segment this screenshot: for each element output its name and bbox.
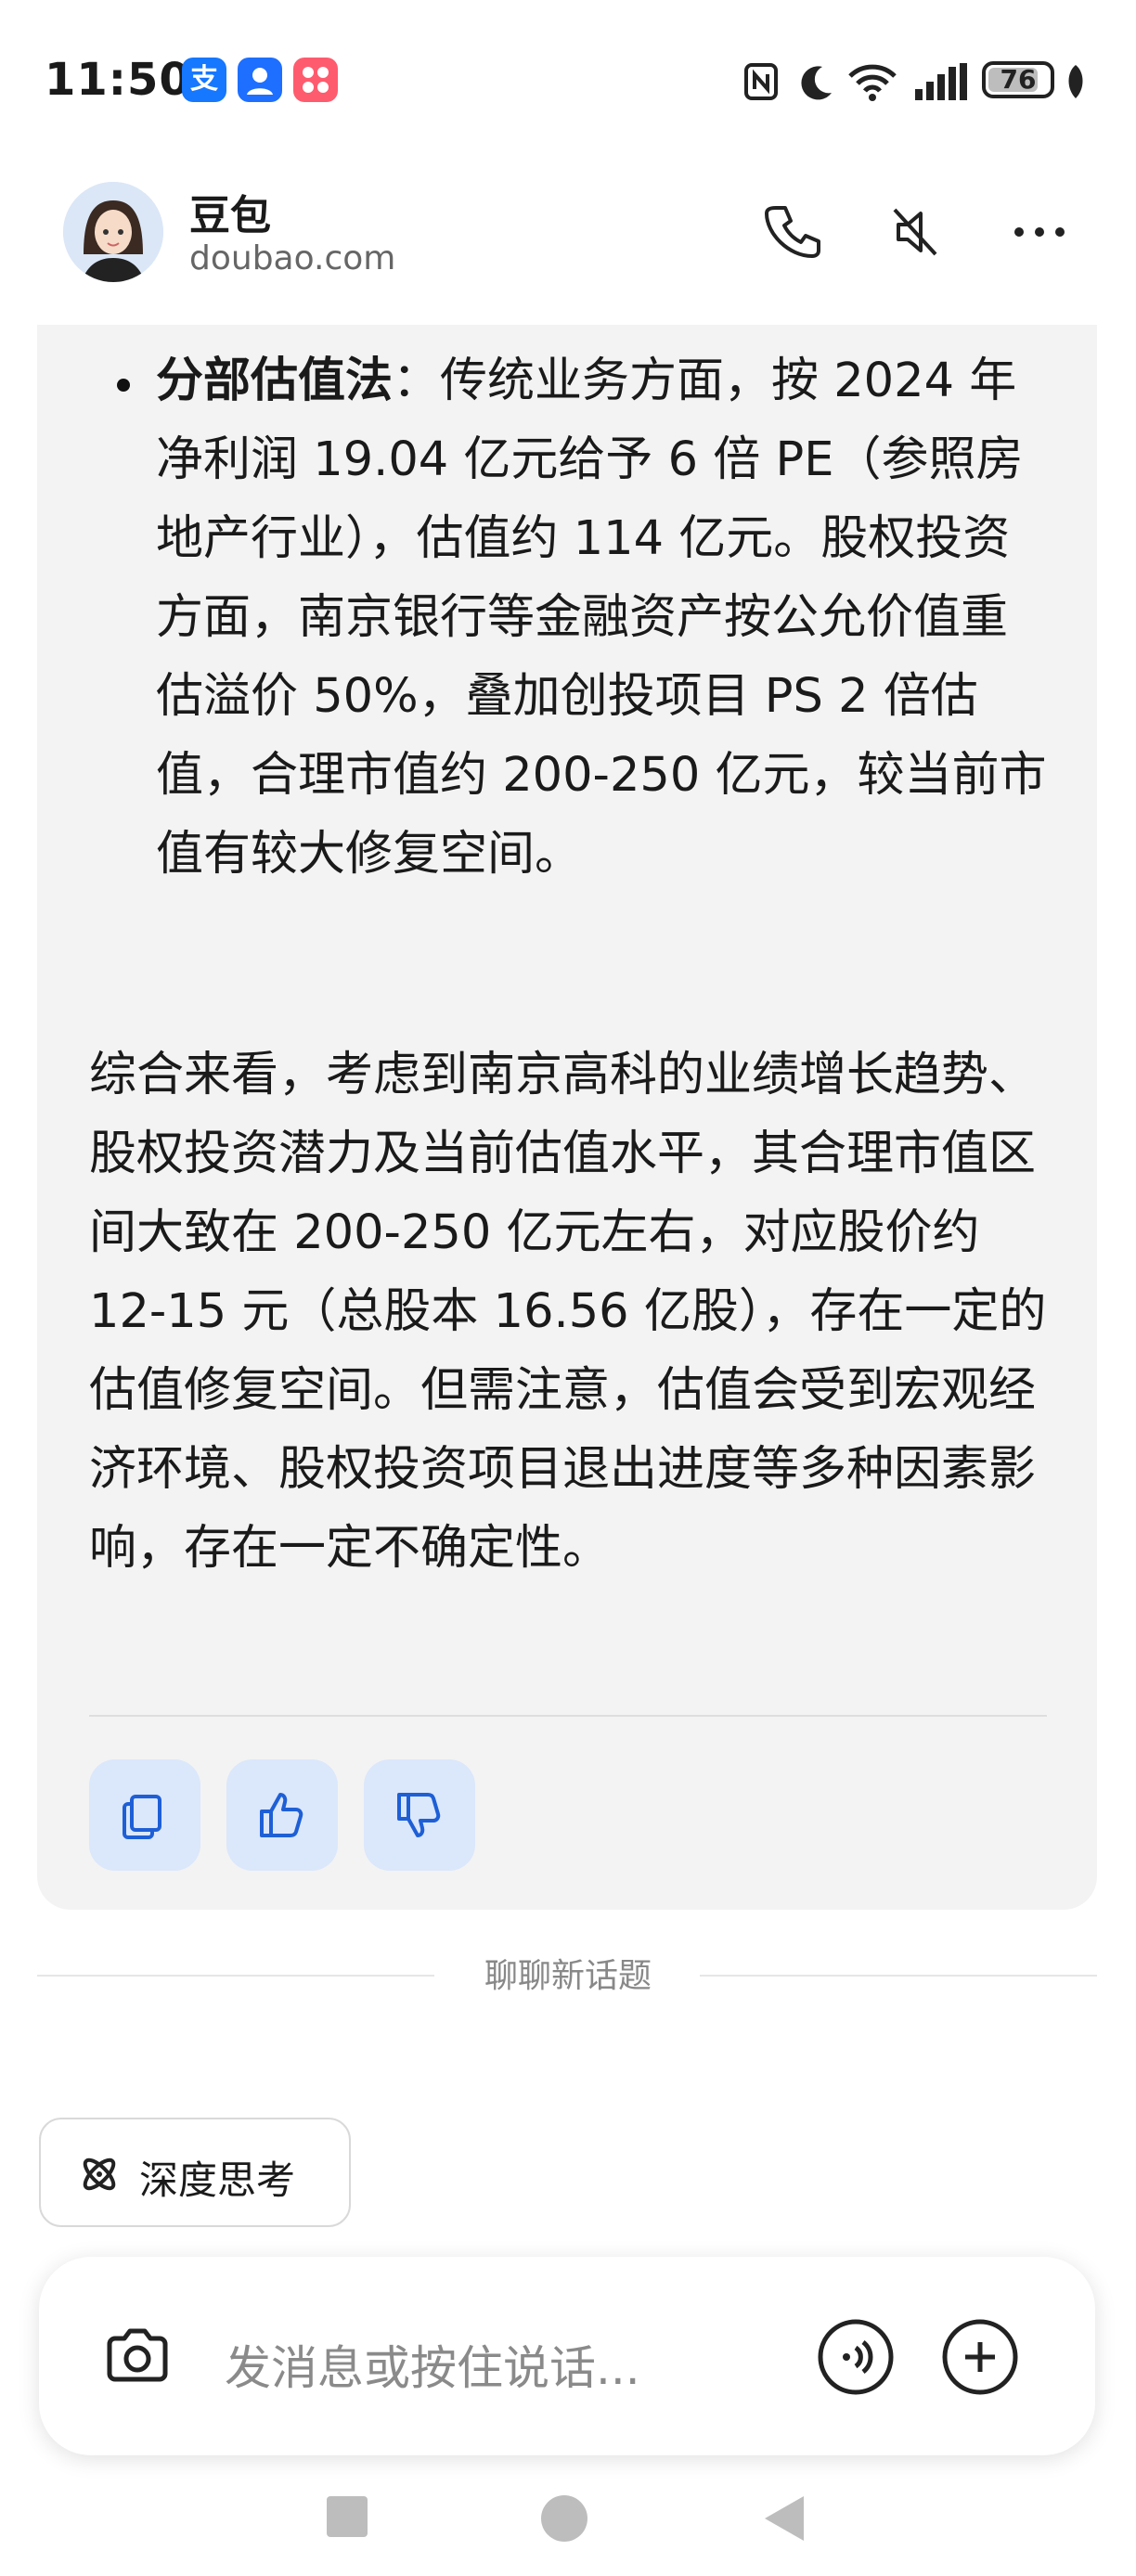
camera-icon[interactable] [97, 2316, 178, 2398]
status-bar: 11:50 支 76 [0, 0, 1136, 163]
bullet-paragraph: 分部估值法：传统业务方面，按 2024 年净利润 19.04 亿元给予 6 倍 … [156, 341, 1047, 894]
atom-icon [83, 2157, 116, 2191]
home-icon[interactable] [540, 2494, 588, 2543]
message-input-bar: 发消息或按住说话... [39, 2257, 1095, 2455]
moon-icon [801, 66, 832, 100]
chat-header [0, 163, 1136, 325]
recent-apps-icon[interactable] [325, 2494, 369, 2539]
chat-title: 豆包 [189, 192, 271, 239]
thumbs-up-icon [260, 1793, 303, 1837]
alipay-icon: 支 [182, 58, 226, 102]
dislike-button[interactable] [364, 1759, 475, 1871]
voice-call-icon[interactable] [815, 2316, 897, 2398]
bullet-body: ：传统业务方面，按 2024 年净利润 19.04 亿元给予 6 倍 PE（参照… [156, 354, 1047, 882]
nfc-icon [744, 63, 778, 100]
phone-call-icon[interactable] [754, 195, 828, 269]
battery-level: 76 [1000, 64, 1037, 95]
add-icon[interactable] [939, 2316, 1021, 2398]
chat-subtitle: doubao.com [189, 239, 396, 277]
status-time: 11:50 [45, 54, 191, 106]
bullet-title: 分部估值法 [156, 354, 394, 408]
topic-divider-right [700, 1975, 1097, 1977]
deep-think-button[interactable]: 深度思考 [39, 2118, 351, 2227]
new-topic-label[interactable]: 聊聊新话题 [484, 1957, 652, 1995]
charging-leaf-icon [1068, 65, 1083, 98]
avatar[interactable] [63, 182, 163, 282]
deep-think-label: 深度思考 [139, 2157, 296, 2203]
new-topic-link[interactable]: 聊聊新话题 [0, 1949, 1136, 1997]
like-button[interactable] [226, 1759, 338, 1871]
more-options-icon[interactable] [1002, 195, 1077, 269]
copy-button[interactable] [89, 1759, 200, 1871]
app-grid-icon [293, 58, 338, 102]
copy-icon [123, 1795, 161, 1839]
contacts-app-icon [238, 58, 282, 102]
signal-icon [915, 63, 967, 100]
bullet-marker [117, 379, 130, 392]
message-input[interactable]: 发消息或按住说话... [225, 2331, 640, 2398]
summary-paragraph: 综合来看，考虑到南京高科的业绩增长趋势、股权投资潜力及当前估值水平，其合理市值区… [89, 1048, 1047, 1576]
battery-indicator: 76 [982, 61, 1054, 98]
back-icon[interactable] [761, 2494, 806, 2543]
thumbs-down-icon [397, 1793, 441, 1837]
card-divider [89, 1715, 1047, 1717]
wifi-icon [848, 64, 897, 101]
mute-speaker-icon[interactable] [878, 195, 952, 269]
